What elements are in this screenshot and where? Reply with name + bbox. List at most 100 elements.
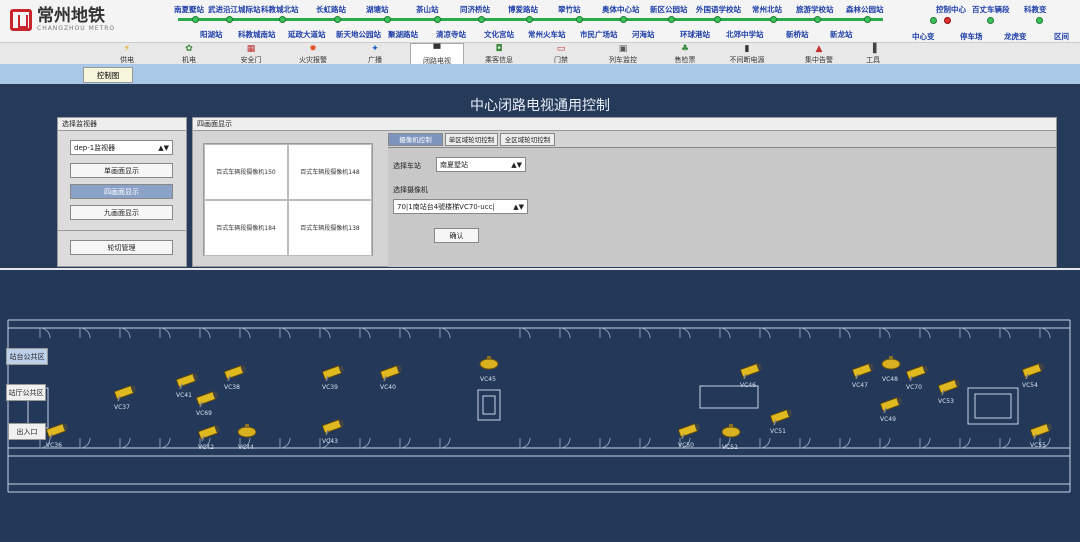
cctv-camera-icon[interactable] xyxy=(112,382,140,404)
menu-item[interactable]: ▦ 安全门 xyxy=(224,43,278,65)
cctv-camera-icon[interactable] xyxy=(478,354,506,376)
monitor-select[interactable]: dep-1监视器 ▲▼ xyxy=(70,140,173,155)
station-link[interactable]: 阳湖站 xyxy=(200,29,223,40)
menu-item[interactable]: ◘ 乘客信息 xyxy=(472,43,526,65)
cctv-camera-icon[interactable] xyxy=(378,362,406,384)
cctv-camera-icon[interactable] xyxy=(194,388,222,410)
cctv-camera-icon[interactable] xyxy=(850,360,878,382)
nine-view-button[interactable]: 九画面显示 xyxy=(70,205,173,220)
station-link[interactable]: 北郊中学站 xyxy=(726,29,764,40)
access-icon: ▭ xyxy=(556,44,566,54)
nav-link[interactable]: 停车场 xyxy=(960,31,983,42)
quad-panel-title: 四画面显示 xyxy=(193,118,1056,131)
menu-item-label: 工具 xyxy=(866,56,880,64)
zone-concourse-public-button[interactable]: 站厅公共区 xyxy=(6,384,46,401)
menu-item[interactable]: ▣ 列车监控 xyxy=(596,43,650,65)
station-link[interactable]: 长虹路站 xyxy=(316,4,346,15)
cctv-camera-icon[interactable] xyxy=(904,362,932,384)
cctv-camera-icon[interactable] xyxy=(720,422,748,444)
camera-select[interactable]: 70|1南站台4號楼梯VC70-ucc| ▲▼ xyxy=(393,199,528,214)
quad-cell[interactable]: 百式车辆段摄像机184 xyxy=(204,200,288,256)
cctv-camera-icon[interactable] xyxy=(936,376,964,398)
broadcast-icon: ✦ xyxy=(371,44,379,54)
tab-all-zone-rotation[interactable]: 全区域轮切控制 xyxy=(500,133,555,146)
station-link[interactable]: 同济桥站 xyxy=(460,4,490,15)
menu-item-label: 集中告警 xyxy=(805,56,833,64)
quad-cell[interactable]: 百式车辆段摄像机138 xyxy=(288,200,372,256)
nav-link[interactable]: 龙虎变 xyxy=(1004,31,1027,42)
tab-strip: 控制图 xyxy=(0,64,1080,84)
station-link[interactable]: 森林公园站 xyxy=(846,4,884,15)
station-link[interactable]: 茶山站 xyxy=(416,4,439,15)
station-link[interactable]: 常州火车站 xyxy=(528,29,566,40)
cctv-camera-icon[interactable] xyxy=(738,360,766,382)
station-link[interactable]: 新天地公园站 xyxy=(336,29,381,40)
station-link[interactable]: 常州北站 xyxy=(752,4,782,15)
cctv-camera-icon[interactable] xyxy=(768,406,796,428)
station-link[interactable]: 市民广场站 xyxy=(580,29,618,40)
station-link[interactable]: 武进沿江城际站 xyxy=(208,4,261,15)
cctv-camera-icon[interactable] xyxy=(1020,360,1048,382)
station-link[interactable]: 清凉寺站 xyxy=(436,29,466,40)
nav-link[interactable]: 区间 xyxy=(1054,31,1069,42)
station-select[interactable]: 南夏墅站 ▲▼ xyxy=(436,157,526,172)
cctv-camera-icon[interactable] xyxy=(878,394,906,416)
station-link[interactable]: 翠竹站 xyxy=(558,4,581,15)
quad-cell[interactable]: 百式车辆段摄像机150 xyxy=(204,144,288,200)
menu-item[interactable]: ▀ 闭路电视 xyxy=(410,43,464,65)
camera-label: VC38 xyxy=(224,384,240,391)
station-link[interactable]: 博爱路站 xyxy=(508,4,538,15)
nav-link[interactable]: 科教变 xyxy=(1024,4,1047,15)
station-link[interactable]: 外国语学校站 xyxy=(696,4,741,15)
nav-link[interactable]: 控制中心 xyxy=(936,4,966,15)
menu-item[interactable]: ▮ 不间断电源 xyxy=(720,43,774,65)
menu-item[interactable]: ⚡ 供电 xyxy=(100,43,154,65)
station-link[interactable]: 河海站 xyxy=(632,29,655,40)
cctv-camera-icon[interactable] xyxy=(676,420,704,442)
monitor-select-panel: 选择监视器 dep-1监视器 ▲▼ 单画面显示 四画面显示 九画面显示 轮切管理 xyxy=(57,117,187,267)
menu-item[interactable]: ▐ 工具 xyxy=(846,43,900,65)
station-link[interactable]: 延政大道站 xyxy=(288,29,326,40)
station-link[interactable]: 南夏墅站 xyxy=(174,4,204,15)
camera-label: VC53 xyxy=(938,398,954,405)
rotation-manage-button[interactable]: 轮切管理 xyxy=(70,240,173,255)
station-link[interactable]: 聚湖路站 xyxy=(388,29,418,40)
menu-item[interactable]: ▲ 集中告警 xyxy=(792,43,846,65)
nav-link[interactable]: 中心变 xyxy=(912,31,935,42)
station-link[interactable]: 文化宫站 xyxy=(484,29,514,40)
menu-item[interactable]: ♣ 售检票 xyxy=(658,43,712,65)
station-link[interactable]: 奥体中心站 xyxy=(602,4,640,15)
menu-item[interactable]: ✦ 广播 xyxy=(348,43,402,65)
cctv-camera-icon[interactable] xyxy=(44,420,72,442)
station-link[interactable]: 新龙站 xyxy=(830,29,853,40)
station-link[interactable]: 新桥站 xyxy=(786,29,809,40)
menu-item[interactable]: ✹ 火灾报警 xyxy=(286,43,340,65)
cctv-camera-icon[interactable] xyxy=(1028,420,1056,442)
station-link[interactable]: 旅游学校站 xyxy=(796,4,834,15)
single-view-button[interactable]: 单画面显示 xyxy=(70,163,173,178)
station-link[interactable]: 环球港站 xyxy=(680,29,710,40)
menu-item[interactable]: ▭ 门禁 xyxy=(534,43,588,65)
tab-single-zone-rotation[interactable]: 单区域轮切控制 xyxy=(445,133,498,146)
cctv-camera-icon[interactable] xyxy=(236,422,264,444)
menu-item-label: 机电 xyxy=(182,56,196,64)
confirm-button[interactable]: 确认 xyxy=(434,228,479,243)
quad-cell[interactable]: 百式车辆段摄像机148 xyxy=(288,144,372,200)
cctv-camera-icon[interactable] xyxy=(222,362,250,384)
cctv-camera-icon[interactable] xyxy=(320,416,348,438)
quad-view-button[interactable]: 四画面显示 xyxy=(70,184,173,199)
nav-link[interactable]: 百丈车辆段 xyxy=(972,4,1010,15)
station-link[interactable]: 科教城南站 xyxy=(238,29,276,40)
cctv-camera-icon[interactable] xyxy=(320,362,348,384)
menu-item[interactable]: ✿ 机电 xyxy=(162,43,216,65)
station-link[interactable]: 新区公园站 xyxy=(650,4,688,15)
train-icon: ▣ xyxy=(618,44,628,54)
video-control-panel: 四画面显示 百式车辆段摄像机150 百式车辆段摄像机148 百式车辆段摄像机18… xyxy=(192,117,1057,267)
zone-entrance-button[interactable]: 出入口 xyxy=(8,423,46,440)
station-link[interactable]: 科教城北站 xyxy=(261,4,299,15)
tab-control-diagram[interactable]: 控制图 xyxy=(83,67,133,83)
station-link[interactable]: 湖塘站 xyxy=(366,4,389,15)
zone-platform-public-button[interactable]: 站台公共区 xyxy=(6,348,48,365)
tab-camera-control[interactable]: 摄像机控制 xyxy=(388,133,443,146)
cctv-camera-icon[interactable] xyxy=(196,422,224,444)
